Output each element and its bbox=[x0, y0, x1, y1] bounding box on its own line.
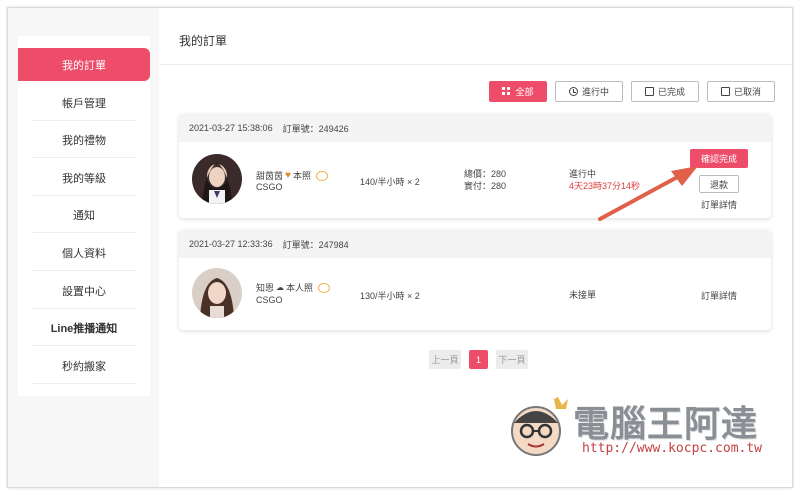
order-datetime: 2021-03-27 15:38:06 bbox=[189, 123, 273, 133]
order-card: 2021-03-27 15:38:06 訂單號：249426 甜茵茵 ♥ 本照 … bbox=[179, 114, 771, 218]
filter-all-button[interactable]: 全部 bbox=[489, 81, 547, 102]
order-status: 未接單 bbox=[569, 289, 596, 301]
sidebar-item-label: 個人資料 bbox=[62, 247, 106, 260]
sidebar-item-label: 我的禮物 bbox=[62, 134, 106, 147]
sidebar-item-profile[interactable]: 個人資料 bbox=[18, 234, 150, 271]
divider bbox=[159, 64, 792, 65]
chat-icon[interactable] bbox=[315, 167, 328, 181]
avatar[interactable] bbox=[192, 154, 242, 204]
confirm-complete-button[interactable]: 確認完成 bbox=[690, 149, 748, 168]
player-nickname: 知恩 ☁ 本人照 bbox=[256, 279, 331, 294]
document-icon bbox=[720, 87, 730, 96]
order-totals: 總價：280 實付：280 bbox=[464, 168, 506, 192]
filter-label: 全部 bbox=[515, 87, 534, 97]
order-number: 訂單號：249426 bbox=[282, 123, 349, 134]
document-icon bbox=[644, 87, 654, 96]
order-header: 2021-03-27 12:33:36 訂單號：247984 bbox=[179, 230, 771, 258]
filter-completed-button[interactable]: 已完成 bbox=[631, 81, 699, 102]
prev-page-button[interactable]: 上一頁 bbox=[429, 350, 461, 369]
game-name: CSGO bbox=[256, 182, 283, 192]
total-price: 總價：280 bbox=[464, 169, 507, 179]
divider bbox=[32, 270, 136, 271]
filter-label: 已取消 bbox=[733, 87, 761, 97]
page-number-button[interactable]: 1 bbox=[469, 350, 488, 369]
sidebar-item-notifications[interactable]: 通知 bbox=[18, 196, 150, 233]
sidebar-item-line-notify[interactable]: Line推播通知 bbox=[18, 309, 150, 346]
order-body: 知恩 ☁ 本人照 CSGO 130/半小時 × 2 未接單 訂單詳情 bbox=[179, 258, 771, 330]
sidebar: 我的訂單 帳戶管理 我的禮物 我的等級 通知 個人資料 設置中心 Line推播通… bbox=[18, 36, 150, 396]
sidebar-item-label: 秒約搬家 bbox=[62, 360, 106, 373]
status-text: 未接單 bbox=[569, 290, 597, 300]
refund-button[interactable]: 退款 bbox=[699, 175, 739, 193]
sidebar-item-label: 帳戶管理 bbox=[62, 97, 106, 110]
filter-label: 已完成 bbox=[657, 87, 685, 97]
divider bbox=[32, 345, 136, 346]
chat-icon[interactable] bbox=[318, 279, 331, 293]
sidebar-item-gifts[interactable]: 我的禮物 bbox=[18, 121, 150, 158]
nickname-text: 甜茵茵 bbox=[256, 171, 284, 181]
next-page-button[interactable]: 下一頁 bbox=[496, 350, 528, 369]
nickname-suffix: 本照 bbox=[292, 171, 311, 181]
order-number: 訂單號：247984 bbox=[282, 239, 349, 250]
order-filter-bar: 全部 進行中 已完成 已取消 bbox=[489, 81, 775, 102]
order-detail-link[interactable]: 訂單詳情 bbox=[701, 289, 737, 302]
sidebar-item-label: 我的等級 bbox=[62, 172, 106, 185]
unit-price: 130/半小時 × 2 bbox=[360, 291, 420, 301]
clock-icon bbox=[568, 87, 578, 96]
order-header: 2021-03-27 15:38:06 訂單號：249426 bbox=[179, 114, 771, 142]
sidebar-item-level[interactable]: 我的等級 bbox=[18, 159, 150, 196]
paid-amount: 實付：280 bbox=[464, 181, 507, 191]
unit-price: 140/半小時 × 2 bbox=[360, 177, 420, 187]
app-window: 我的訂單 帳戶管理 我的禮物 我的等級 通知 個人資料 設置中心 Line推播通… bbox=[7, 7, 793, 488]
pagination: 上一頁 1 下一頁 bbox=[429, 350, 528, 369]
divider bbox=[32, 232, 136, 233]
filter-in-progress-button[interactable]: 進行中 bbox=[555, 81, 623, 102]
status-text: 進行中 bbox=[569, 169, 597, 179]
order-detail-link[interactable]: 訂單詳情 bbox=[701, 198, 737, 211]
page-title: 我的訂單 bbox=[179, 34, 228, 48]
sidebar-item-my-orders[interactable]: 我的訂單 bbox=[18, 48, 150, 81]
watermark-logo-text: 電腦王阿達 bbox=[573, 404, 759, 445]
order-status: 進行中 4天23時37分14秒 bbox=[569, 168, 640, 192]
divider bbox=[32, 383, 136, 384]
heart-icon: ♥ bbox=[285, 170, 291, 181]
watermark: 電腦王阿達 http://www.kocpc.com.tw bbox=[506, 391, 766, 466]
divider bbox=[32, 157, 136, 158]
sidebar-item-account[interactable]: 帳戶管理 bbox=[18, 84, 150, 121]
sidebar-item-settings[interactable]: 設置中心 bbox=[18, 272, 150, 309]
watermark-url: http://www.kocpc.com.tw bbox=[582, 441, 763, 456]
nickname-suffix: 本人照 bbox=[286, 283, 314, 293]
sidebar-item-moving[interactable]: 秒約搬家 bbox=[18, 347, 150, 384]
sidebar-item-label: 設置中心 bbox=[62, 285, 106, 298]
sidebar-item-label: 我的訂單 bbox=[62, 59, 106, 72]
game-name: CSGO bbox=[256, 295, 283, 305]
avatar[interactable] bbox=[192, 268, 242, 318]
sidebar-item-label: Line推播通知 bbox=[50, 322, 118, 335]
cloud-icon: ☁ bbox=[276, 283, 285, 292]
sidebar-item-label: 通知 bbox=[73, 209, 95, 222]
countdown-timer: 4天23時37分14秒 bbox=[569, 181, 641, 191]
player-nickname: 甜茵茵 ♥ 本照 bbox=[256, 167, 328, 182]
grid-icon bbox=[502, 87, 511, 96]
order-body: 甜茵茵 ♥ 本照 CSGO 140/半小時 × 2 總價：280 實付：280 … bbox=[179, 142, 771, 218]
order-card: 2021-03-27 12:33:36 訂單號：247984 知恩 ☁ 本人照 bbox=[179, 230, 771, 330]
filter-cancelled-button[interactable]: 已取消 bbox=[707, 81, 775, 102]
nickname-text: 知恩 bbox=[256, 283, 275, 293]
order-datetime: 2021-03-27 12:33:36 bbox=[189, 239, 273, 249]
filter-label: 進行中 bbox=[581, 87, 609, 97]
mascot-logo-icon bbox=[511, 397, 568, 456]
